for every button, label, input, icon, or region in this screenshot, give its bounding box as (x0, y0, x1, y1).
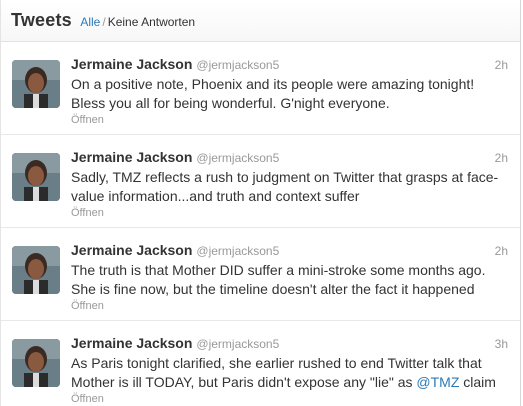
tweet-author-name[interactable]: Jermaine Jackson (71, 56, 192, 72)
tweet-item[interactable]: Jermaine Jackson @jermjackson5 2h The tru… (1, 228, 520, 321)
tweet-author-name[interactable]: Jermaine Jackson (71, 149, 192, 165)
tweet-open-link[interactable]: Öffnen (71, 300, 510, 312)
filter-separator: / (102, 15, 106, 29)
tweet-item[interactable]: Jermaine Jackson @jermjackson5 2h On a po… (1, 42, 520, 135)
avatar[interactable] (12, 60, 60, 108)
profile-photo-icon (12, 60, 60, 108)
mention-link[interactable]: @TMZ (416, 374, 459, 390)
tweet-text: Sadly, TMZ reflects a rush to judgment o… (71, 169, 499, 204)
tweet-item[interactable]: Jermaine Jackson @jermjackson5 3h As Pari… (1, 321, 520, 406)
tweet-open-link[interactable]: Öffnen (71, 114, 510, 126)
tweet-header: Jermaine Jackson @jermjackson5 (71, 335, 510, 353)
tweet-text: The truth is that Mother DID suffer a mi… (71, 262, 486, 297)
page-title: Tweets (11, 10, 72, 30)
tweet-header: Jermaine Jackson @jermjackson5 (71, 242, 510, 260)
tweet-author-handle[interactable]: @jermjackson5 (196, 337, 279, 351)
tweet-timestamp[interactable]: 2h (495, 244, 508, 258)
tweet-text: As Paris tonight clarified, she earlier … (71, 354, 511, 392)
tweet-author-name[interactable]: Jermaine Jackson (71, 335, 192, 351)
tweet-author-handle[interactable]: @jermjackson5 (196, 58, 279, 72)
tweet-filter: Alle / Keine Antworten (80, 15, 195, 29)
filter-no-replies-link[interactable]: Keine Antworten (108, 15, 195, 29)
tweet-timestamp[interactable]: 2h (495, 151, 508, 165)
tweet-open-link[interactable]: Öffnen (71, 207, 510, 219)
profile-photo-icon (12, 153, 60, 201)
tweet-text-after: claim (459, 374, 496, 390)
avatar[interactable] (12, 246, 60, 294)
stream-header: Tweets Alle / Keine Antworten (1, 0, 520, 42)
filter-all-link[interactable]: Alle (80, 15, 100, 29)
tweet-timestamp[interactable]: 2h (495, 58, 508, 72)
avatar[interactable] (12, 153, 60, 201)
tweet-text: On a positive note, Phoenix and its peop… (71, 76, 475, 111)
tweet-open-link[interactable]: Öffnen (71, 393, 510, 405)
tweet-author-handle[interactable]: @jermjackson5 (196, 151, 279, 165)
tweet-item[interactable]: Jermaine Jackson @jermjackson5 2h Sadly, … (1, 135, 520, 228)
tweet-timestamp[interactable]: 3h (495, 337, 508, 351)
tweet-author-handle[interactable]: @jermjackson5 (196, 244, 279, 258)
profile-photo-icon (12, 246, 60, 294)
tweet-header: Jermaine Jackson @jermjackson5 (71, 56, 510, 74)
profile-photo-icon (12, 339, 60, 387)
avatar[interactable] (12, 339, 60, 387)
tweet-stream: Tweets Alle / Keine Antworten Jermaine Jac… (0, 0, 521, 406)
tweet-header: Jermaine Jackson @jermjackson5 (71, 149, 510, 167)
tweet-author-name[interactable]: Jermaine Jackson (71, 242, 192, 258)
